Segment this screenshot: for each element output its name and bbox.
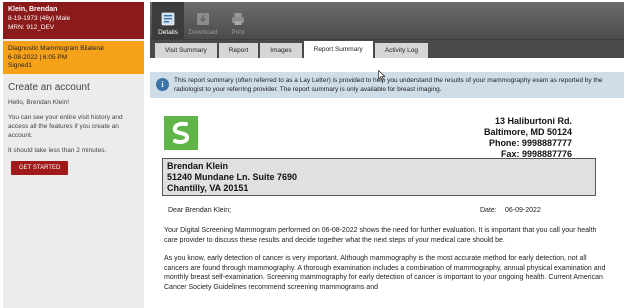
letter-date-label: Date: [480,207,497,214]
tab-report-summary[interactable]: Report Summary [303,41,373,58]
recipient-street: 51240 Mundane Ln. Suite 7690 [167,172,298,182]
print-icon [232,13,244,25]
print-button[interactable]: Print [222,2,254,39]
recipient-address: Brendan Klein 51240 Mundane Ln. Suite 76… [162,158,596,196]
tab-activity-log[interactable]: Activity Log [374,43,428,58]
logo-s-icon [172,121,190,144]
account-greeting: Hello, Brendan Klein! [8,99,70,106]
letter-salutation: Dear Brendan Klein; [168,207,232,214]
info-icon: i [156,78,169,91]
left-panel: Klein, Brendan 8-19-1973 (48y) Male MRN:… [3,2,144,308]
info-text: This report summary (often referred to a… [174,77,603,93]
download-label: Download [188,29,218,36]
info-banner: i This report summary (often referred to… [150,72,624,98]
create-account-section: Create an account Hello, Brendan Klein! … [3,74,144,183]
tab-report[interactable]: Report [218,43,259,58]
toolbar: Details Download Print [150,2,624,39]
study-item[interactable]: Diagnostic Mammogram Bilateral 6-08-2022… [3,41,144,74]
details-icon [161,12,175,26]
clinic-logo [164,116,198,150]
clinic-phone: Phone: 9998887777 [488,138,572,148]
details-button[interactable]: Details [152,2,184,39]
patient-header: Klein, Brendan 8-19-1973 (48y) Male MRN:… [3,2,144,39]
tab-bar: Visit Summary Report Images Report Summa… [150,39,624,58]
patient-name: Klein, Brendan [8,6,58,13]
details-label: Details [158,29,178,36]
study-title: Diagnostic Mammogram Bilateral [8,45,104,52]
study-datetime: 6-08-2022 | 6:05 PM [8,53,68,61]
create-account-heading: Create an account [8,82,90,93]
letter-paragraph: As you know, early detection of cancer i… [164,255,606,291]
clinic-street: 13 Haliburtoni Rd. [494,116,572,126]
study-status: Signed1 [8,62,32,69]
print-label: Print [231,29,245,36]
account-time-note: It should take less than 2 minutes. [8,147,107,154]
letter-paragraph: Your Digital Screening Mammogram perform… [164,227,597,244]
download-button[interactable]: Download [187,2,219,39]
mouse-cursor-icon [378,70,386,81]
account-body: You can see your entire visit history an… [8,114,123,139]
clinic-address: 13 Haliburtoni Rd. Baltimore, MD 50124 P… [484,116,572,160]
recipient-city: Chantilly, VA 20151 [167,183,249,193]
download-icon [197,13,209,25]
patient-mrn: MRN: 912_DEV [8,24,55,31]
patient-dob: 8-19-1973 (48y) Male [8,15,71,22]
lay-letter: 13 Haliburtoni Rd. Baltimore, MD 50124 P… [150,98,624,298]
letter-date: 06-09-2022 [505,207,541,214]
recipient-name: Brendan Klein [167,161,229,171]
tab-visit-summary[interactable]: Visit Summary [155,43,217,58]
main-panel: Details Download Print Visit Summary Rep… [150,2,624,308]
clinic-city: Baltimore, MD 50124 [483,127,572,137]
get-started-button[interactable]: GET STARTED [11,161,69,175]
tab-images[interactable]: Images [260,43,302,58]
